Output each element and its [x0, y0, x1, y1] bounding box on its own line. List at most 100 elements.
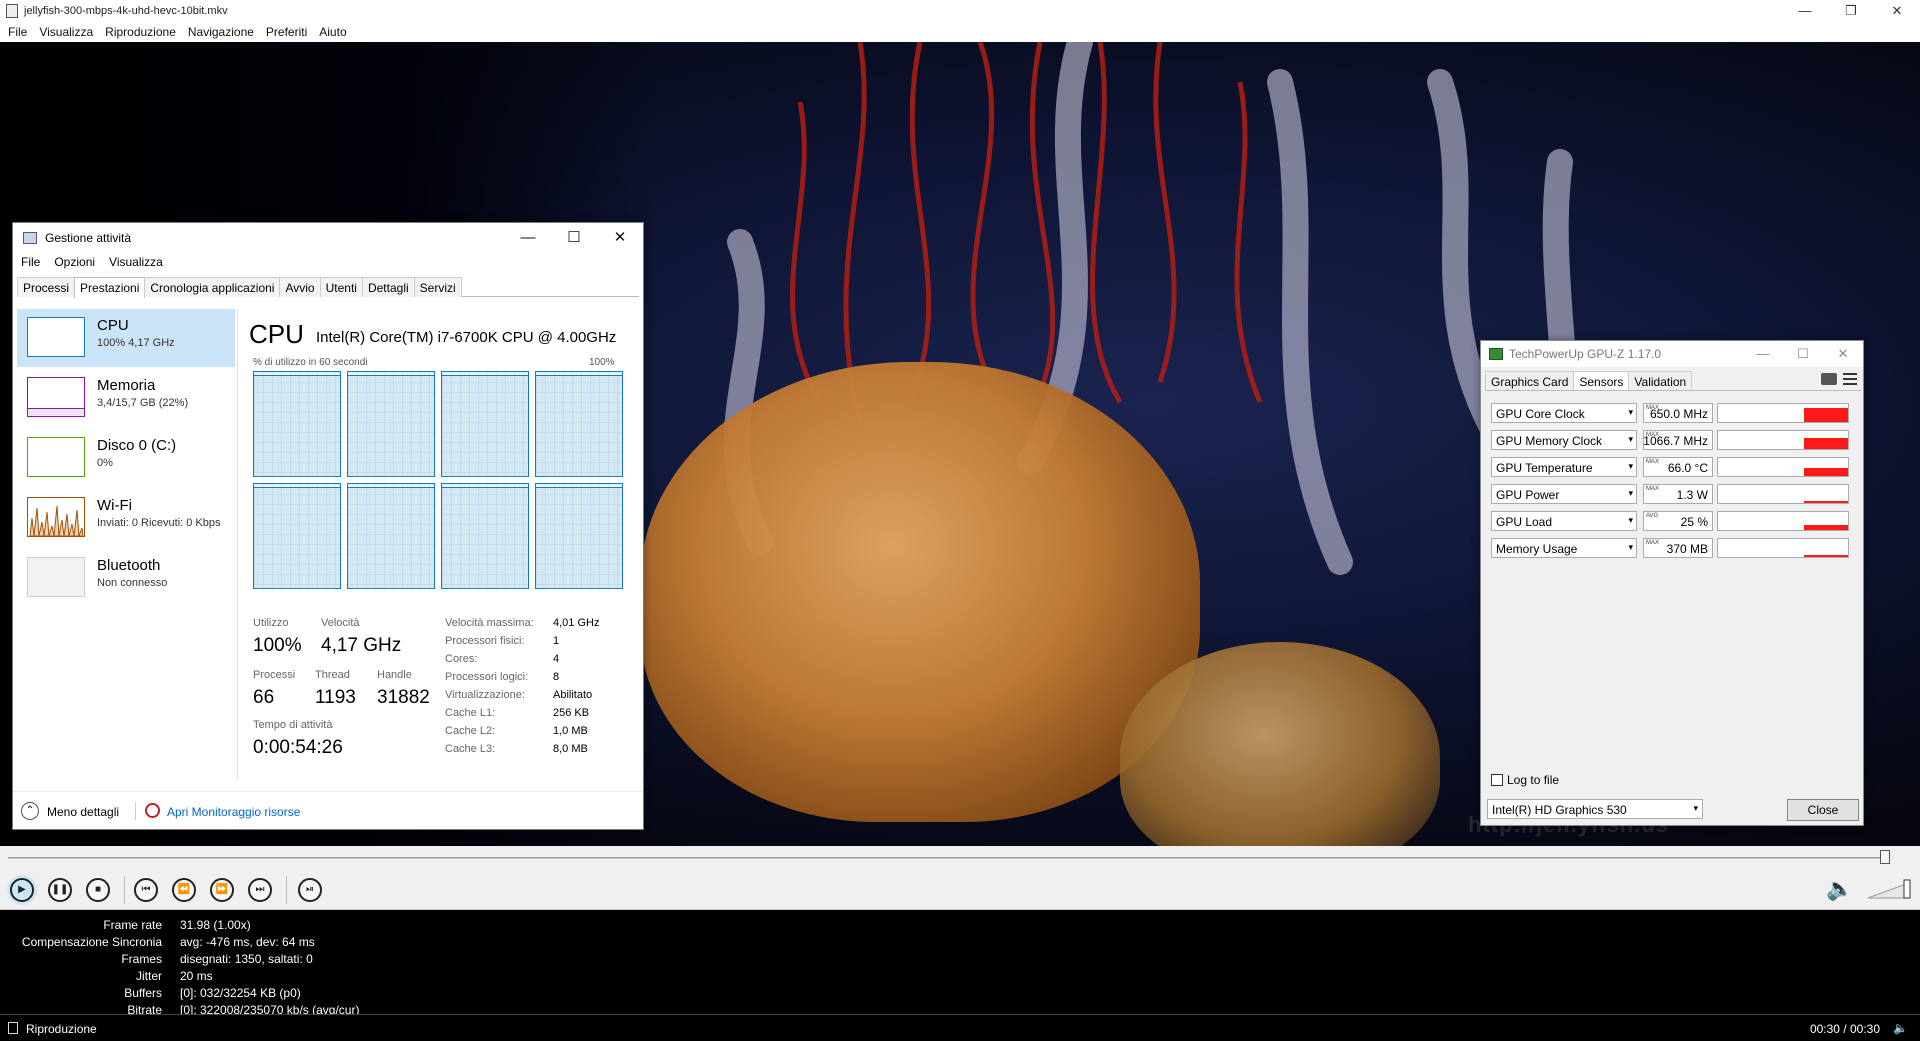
sensor-select[interactable]: GPU Temperature ▾	[1491, 457, 1637, 477]
player-window-controls: — ❐ ✕	[1782, 0, 1920, 22]
resource-monitor-icon	[145, 803, 160, 818]
sidebar-item-disco[interactable]: Disco 0 (C:) 0%	[17, 429, 235, 487]
open-resource-monitor-link[interactable]: Apri Monitoraggio risorse	[167, 805, 300, 819]
taskmgr-menu-file[interactable]: File	[21, 255, 40, 269]
stats-value: 20 ms	[180, 969, 213, 983]
sensor-value-box[interactable]: MAX 650.0 MHz	[1643, 403, 1713, 423]
stat-velocita-value: 4,17 GHz	[321, 635, 402, 656]
minimize-icon[interactable]: —	[505, 223, 551, 253]
pause-button[interactable]: ❚❚	[48, 878, 72, 902]
stop-button[interactable]: ■	[86, 878, 110, 902]
stat-handle-label: Handle	[377, 669, 412, 681]
log-to-file-option[interactable]: Log to file	[1491, 773, 1559, 787]
detail-key: Processori fisici:	[445, 635, 525, 647]
restore-icon[interactable]: ❐	[1828, 0, 1874, 22]
close-icon[interactable]: ✕	[597, 223, 643, 253]
volume-icon[interactable]: 🔈	[1893, 1021, 1908, 1035]
sensor-select[interactable]: GPU Memory Clock ▾	[1491, 430, 1637, 450]
gpuz-app-icon	[1489, 348, 1503, 360]
sensor-row: GPU Memory Clock ▾ MAX 1066.7 MHz	[1491, 430, 1857, 452]
stat-handle-value: 31882	[377, 687, 430, 708]
tab-cronologia-applicazioni[interactable]: Cronologia applicazioni	[144, 277, 281, 297]
detail-value: 256 KB	[553, 707, 590, 719]
minimize-icon[interactable]: —	[1782, 0, 1828, 22]
sensor-mode-tag: MAX	[1646, 540, 1660, 546]
adapter-select[interactable]: Intel(R) HD Graphics 530 ▾	[1487, 799, 1703, 819]
cpu-core-graph	[441, 483, 529, 589]
sensor-graph	[1717, 403, 1849, 423]
maximize-icon[interactable]: ☐	[551, 223, 597, 253]
speaker-icon[interactable]: 🔈	[1826, 876, 1853, 902]
sidebar-item-sub: 3,4/15,7 GB (22%)	[97, 397, 189, 409]
seek-track[interactable]	[8, 857, 1888, 859]
sensor-value-box[interactable]: MAX 1.3 W	[1643, 484, 1713, 504]
menu-navigazione[interactable]: Navigazione	[188, 25, 254, 39]
sensor-select[interactable]: Memory Usage ▾	[1491, 538, 1637, 558]
gpuz-titlebar: TechPowerUp GPU-Z 1.17.0 — ☐ ✕	[1481, 341, 1863, 367]
camera-icon[interactable]	[1821, 373, 1837, 385]
stat-uptime-value: 0:00:54:26	[253, 737, 343, 758]
hamburger-menu-icon[interactable]	[1843, 373, 1857, 385]
tab-processi[interactable]: Processi	[17, 277, 76, 297]
sensor-value-box[interactable]: MAX 370 MB	[1643, 538, 1713, 558]
sidebar-item-memoria[interactable]: Memoria 3,4/15,7 GB (22%)	[17, 369, 235, 427]
tab-avvio[interactable]: Avvio	[279, 277, 321, 297]
sensor-row: GPU Core Clock ▾ MAX 650.0 MHz	[1491, 403, 1857, 425]
menu-preferiti[interactable]: Preferiti	[266, 25, 307, 39]
volume-slider[interactable]	[1866, 878, 1912, 900]
sidebar-item-wifi[interactable]: Wi-Fi Inviati: 0 Ricevuti: 0 Kbps	[17, 489, 235, 547]
previous-button[interactable]: ⏮	[134, 878, 158, 902]
close-icon[interactable]: ✕	[1874, 0, 1920, 22]
seek-thumb[interactable]	[1880, 850, 1890, 864]
forward-button[interactable]: ⏩	[210, 878, 234, 902]
close-button[interactable]: Close	[1787, 799, 1859, 821]
stats-label: Compensazione Sincronia	[21, 935, 162, 949]
playback-stats-panel: Frame rate 31.98 (1.00x) Compensazione Sin…	[0, 910, 1920, 1017]
sensor-select[interactable]: GPU Power ▾	[1491, 484, 1637, 504]
tab-prestazioni[interactable]: Prestazioni	[74, 277, 146, 298]
graph-caption: % di utilizzo in 60 secondi	[253, 357, 368, 368]
minimize-icon[interactable]: —	[1743, 341, 1783, 367]
sidebar-item-sub: Non connesso	[97, 577, 168, 589]
chevron-down-icon: ▾	[1628, 461, 1633, 471]
chevron-up-icon[interactable]: ⌃	[21, 802, 39, 820]
stat-processi-label: Processi	[253, 669, 296, 681]
tab-servizi[interactable]: Servizi	[413, 277, 462, 297]
sidebar-item-cpu[interactable]: CPU 100% 4,17 GHz	[17, 309, 235, 367]
menu-riproduzione[interactable]: Riproduzione	[105, 25, 176, 39]
sidebar-item-bluetooth[interactable]: Bluetooth Non connesso	[17, 549, 235, 607]
tab-sensors[interactable]: Sensors	[1573, 371, 1630, 390]
sensor-graph	[1717, 511, 1849, 531]
sensor-value-box[interactable]: MAX 1066.7 MHz	[1643, 430, 1713, 450]
play-button[interactable]: ▶	[10, 878, 34, 902]
rewind-button[interactable]: ⏪	[172, 878, 196, 902]
tab-validation[interactable]: Validation	[1628, 371, 1693, 390]
tab-dettagli[interactable]: Dettagli	[361, 277, 415, 297]
next-button[interactable]: ⏭	[248, 878, 272, 902]
sidebar-item-label: Memoria	[97, 377, 156, 394]
frame-step-button[interactable]: ⏯	[298, 878, 322, 902]
menu-file[interactable]: File	[8, 25, 27, 39]
fewer-details-link[interactable]: Meno dettagli	[47, 805, 119, 819]
seekbar[interactable]	[0, 846, 1920, 868]
menu-aiuto[interactable]: Aiuto	[319, 25, 346, 39]
tab-utenti[interactable]: Utenti	[319, 277, 363, 297]
sensor-value-box[interactable]: MAX 66.0 °C	[1643, 457, 1713, 477]
sensor-select[interactable]: GPU Load ▾	[1491, 511, 1637, 531]
menu-visualizza[interactable]: Visualizza	[39, 25, 93, 39]
sensor-row: GPU Load ▾ AVG 25 %	[1491, 511, 1857, 533]
sensor-value-box[interactable]: AVG 25 %	[1643, 511, 1713, 531]
sensor-value: 370 MB	[1666, 542, 1708, 556]
log-to-file-checkbox[interactable]	[1491, 774, 1503, 786]
maximize-icon[interactable]: ☐	[1783, 341, 1823, 367]
tab-graphics-card[interactable]: Graphics Card	[1485, 371, 1575, 390]
sensor-select[interactable]: GPU Core Clock ▾	[1491, 403, 1637, 423]
taskmgr-menu-visualizza[interactable]: Visualizza	[109, 255, 163, 269]
cpu-core-graph	[535, 483, 623, 589]
gpuz-window: TechPowerUp GPU-Z 1.17.0 — ☐ ✕ Graphics …	[1480, 340, 1864, 826]
taskmgr-menu-opzioni[interactable]: Opzioni	[54, 255, 95, 269]
close-icon[interactable]: ✕	[1823, 341, 1863, 367]
sidebar-item-label: Bluetooth	[97, 557, 161, 574]
cpu-core-graph	[253, 371, 341, 477]
stats-value: [0]: 032/32254 KB (p0)	[180, 986, 301, 1000]
